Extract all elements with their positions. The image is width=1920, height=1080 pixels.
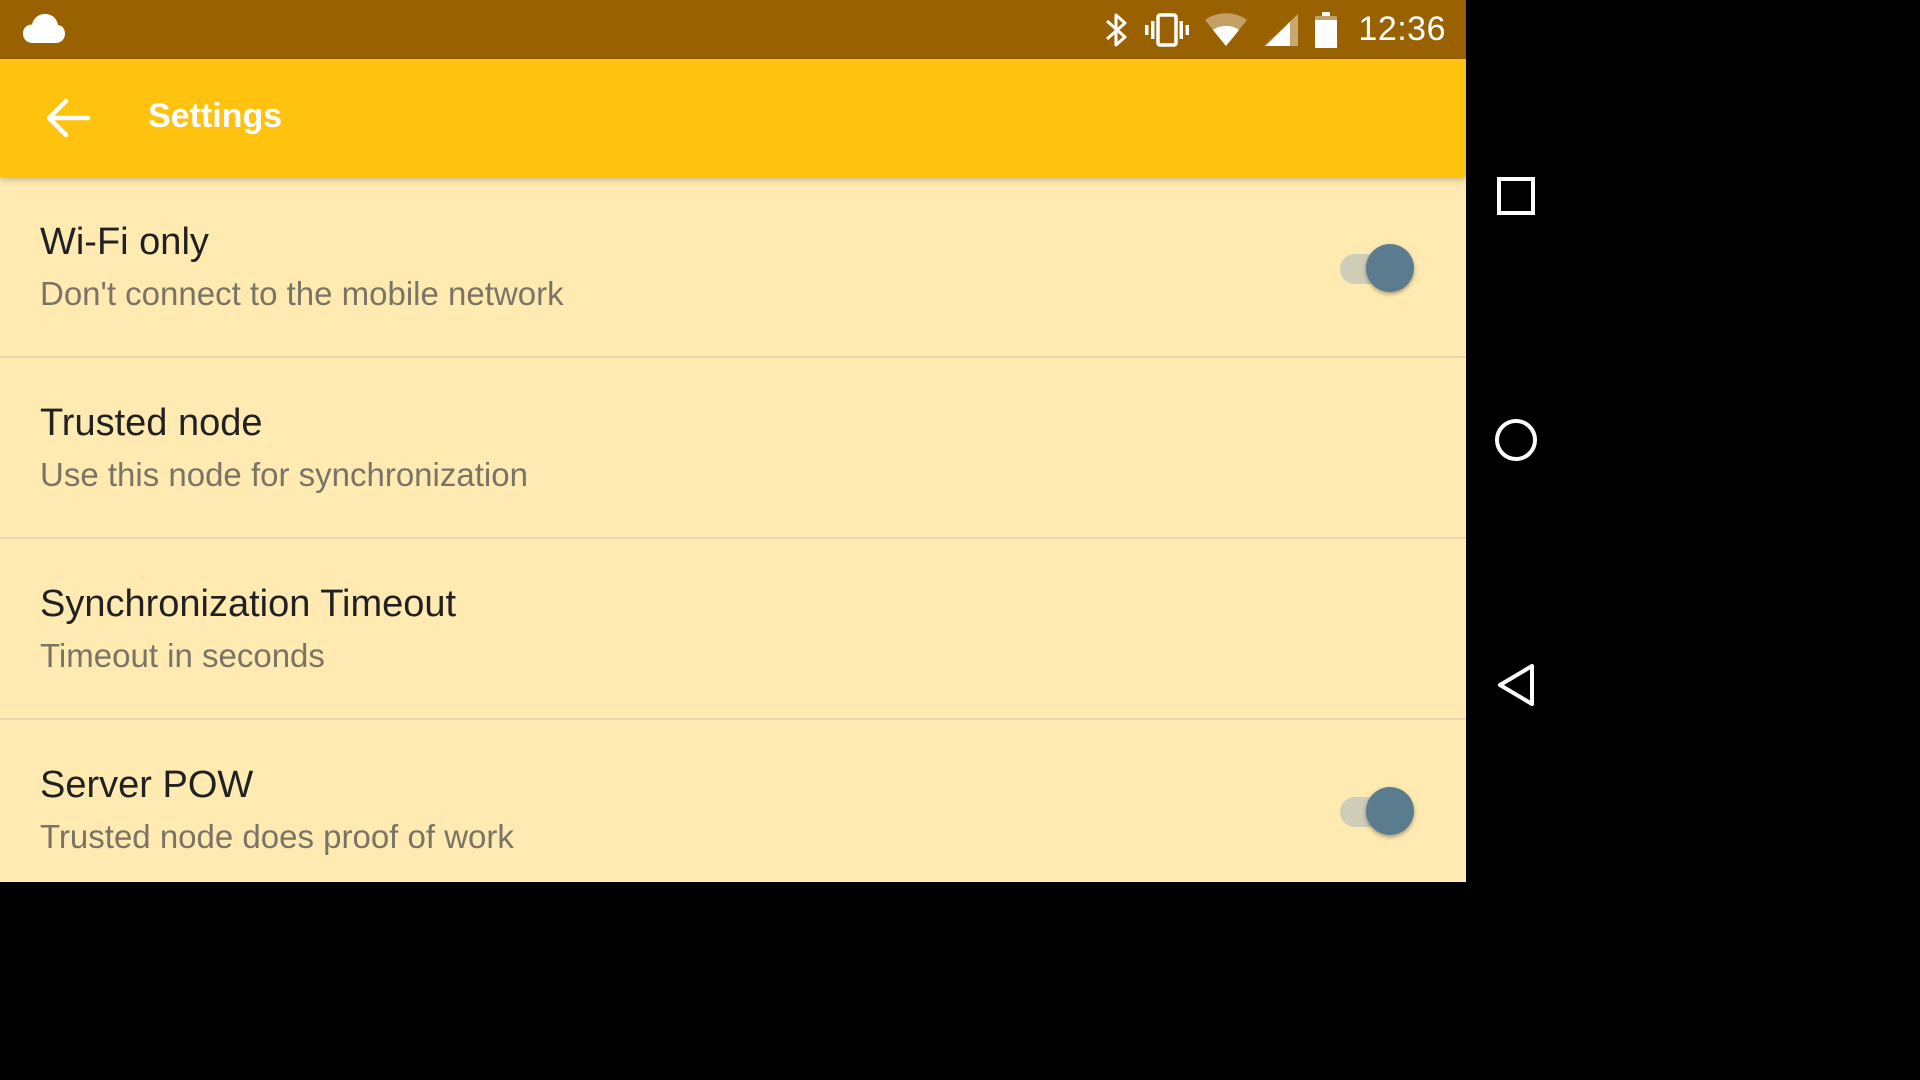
battery-icon <box>1315 11 1338 48</box>
setting-summary: Trusted node does proof of work <box>40 818 514 855</box>
status-icons: 12:36 <box>1104 0 1446 59</box>
recents-icon[interactable] <box>1492 171 1542 221</box>
status-clock: 12:36 <box>1358 10 1446 48</box>
setting-title: Wi-Fi only <box>40 221 209 263</box>
vibrate-icon <box>1145 12 1190 47</box>
setting-trusted-node[interactable]: Trusted node Use this node for synchroni… <box>0 358 1466 539</box>
wifi-only-switch[interactable] <box>1338 241 1418 292</box>
setting-synchronization-timeout[interactable]: Synchronization Timeout Timeout in secon… <box>0 539 1466 720</box>
status-bar: 12:36 <box>0 0 1466 59</box>
setting-title: Trusted node <box>40 402 263 444</box>
back-triangle-icon[interactable] <box>1492 660 1542 710</box>
server-pow-switch[interactable] <box>1338 784 1418 835</box>
settings-list: Wi-Fi only Don't connect to the mobile n… <box>0 177 1466 882</box>
setting-server-pow[interactable]: Server POW Trusted node does proof of wo… <box>0 720 1466 882</box>
switch-thumb <box>1366 244 1414 292</box>
cloud-icon <box>23 14 65 43</box>
home-icon[interactable] <box>1492 415 1542 465</box>
setting-summary: Don't connect to the mobile network <box>40 275 564 312</box>
setting-title: Server POW <box>40 764 254 806</box>
app-bar: Settings <box>0 59 1466 177</box>
cell-signal-icon <box>1264 13 1299 46</box>
setting-summary: Timeout in seconds <box>40 637 325 674</box>
wifi-icon <box>1205 12 1248 46</box>
app-screen: 12:36 Settings Wi-Fi only Don't connect … <box>0 0 1466 882</box>
setting-title: Synchronization Timeout <box>40 583 457 625</box>
arrow-back-icon[interactable] <box>40 95 96 141</box>
setting-wifi-only[interactable]: Wi-Fi only Don't connect to the mobile n… <box>0 177 1466 358</box>
setting-summary: Use this node for synchronization <box>40 456 528 493</box>
page-title: Settings <box>148 97 283 135</box>
bluetooth-icon <box>1106 13 1127 46</box>
switch-thumb <box>1366 787 1414 835</box>
navigation-bar <box>1466 0 1568 882</box>
